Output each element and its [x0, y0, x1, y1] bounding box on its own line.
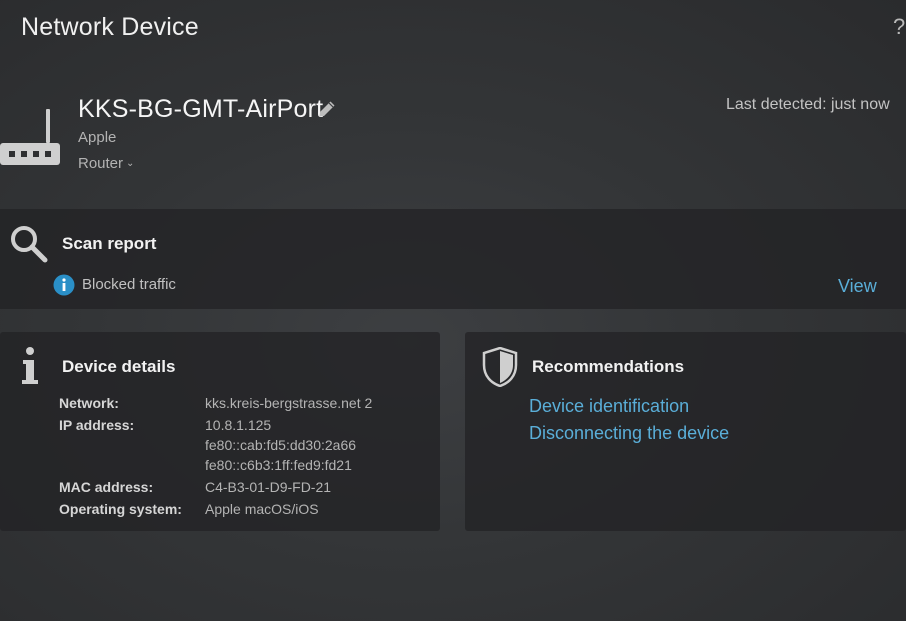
view-link[interactable]: View [838, 276, 877, 297]
mac-address-value: C4-B3-01-D9-FD-21 [205, 479, 332, 495]
network-value: kks.kreis-bergstrasse.net 2 [205, 395, 373, 411]
chevron-down-icon: ⌄ [126, 158, 135, 169]
network-label: Network: [59, 395, 119, 411]
scan-report-title: Scan report [62, 234, 157, 253]
ip-address-label: IP address: [59, 417, 135, 433]
shield-icon [482, 346, 518, 392]
router-icon [0, 107, 62, 174]
mac-address-label: MAC address: [59, 479, 154, 495]
pencil-icon[interactable] [317, 99, 337, 124]
disconnecting-device-link[interactable]: Disconnecting the device [529, 423, 729, 444]
device-vendor: Apple [78, 129, 117, 146]
help-icon[interactable]: ? [893, 14, 905, 40]
page-title: Network Device [21, 13, 199, 41]
device-details-title: Device details [62, 357, 176, 376]
device-name: KKS-BG-GMT-AirPort [78, 95, 324, 123]
blocked-traffic-status: Blocked traffic [82, 276, 176, 293]
search-icon [10, 225, 50, 270]
device-type-label: Router [78, 155, 124, 172]
operating-system-value: Apple macOS/iOS [205, 501, 319, 517]
info-icon [20, 346, 40, 391]
scan-report-panel [0, 209, 906, 309]
ip-address-value: 10.8.1.125 [205, 417, 272, 433]
last-detected-status: Last detected: just now [726, 96, 890, 113]
operating-system-label: Operating system: [59, 501, 182, 517]
recommendations-title: Recommendations [532, 357, 685, 376]
info-icon [53, 274, 75, 301]
ip-address-value: fe80::cab:fd5:dd30:2a66 [205, 437, 357, 453]
device-identification-link[interactable]: Device identification [529, 396, 689, 417]
device-type-dropdown[interactable]: Router ⌄ [78, 155, 134, 172]
ip-address-value: fe80::c6b3:1ff:fed9:fd21 [205, 457, 352, 473]
